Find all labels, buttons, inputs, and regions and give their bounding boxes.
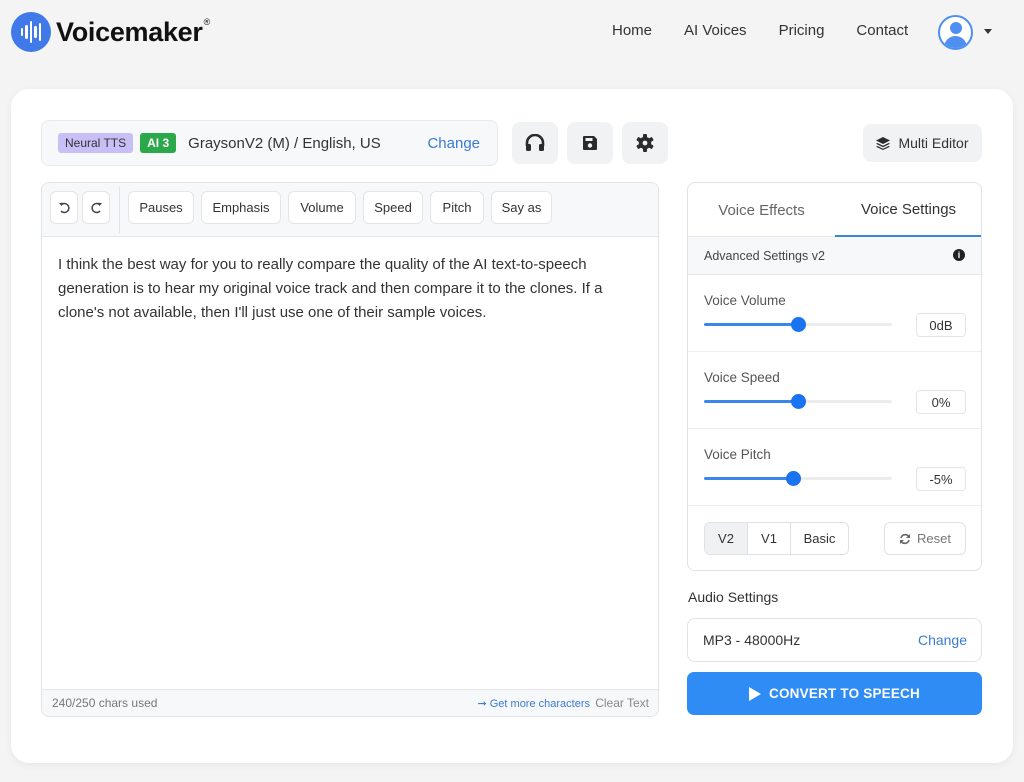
nav-ai-voices[interactable]: AI Voices <box>684 22 747 39</box>
change-audio-link[interactable]: Change <box>918 632 967 648</box>
save-icon <box>583 136 597 150</box>
voice-volume-slider[interactable] <box>704 317 892 332</box>
gear-icon <box>636 134 654 152</box>
voice-speed-label: Voice Speed <box>704 370 780 385</box>
settings-button[interactable] <box>622 122 668 164</box>
editor-card: Neural TTS AI 3 GraysonV2 (M) / English,… <box>11 89 1013 763</box>
refresh-icon <box>900 533 911 544</box>
nav-home[interactable]: Home <box>612 22 652 39</box>
tab-voice-effects[interactable]: Voice Effects <box>688 183 835 237</box>
chars-used: 240/250 chars used <box>52 696 158 710</box>
advanced-settings-header: Advanced Settings v2 i <box>688 237 981 275</box>
slider-fill <box>704 323 798 326</box>
tab-voice-settings[interactable]: Voice Settings <box>835 183 981 237</box>
layers-icon <box>876 136 891 150</box>
audio-settings-label: Audio Settings <box>688 589 779 605</box>
change-voice-link[interactable]: Change <box>427 135 480 152</box>
audio-format: MP3 - 48000Hz <box>703 632 801 648</box>
voice-settings-panel: Voice Effects Voice Settings Advanced Se… <box>687 182 982 571</box>
voice-speed-value[interactable]: 0% <box>916 390 966 414</box>
toolbar-divider <box>119 187 120 233</box>
say-as-button[interactable]: Say as <box>491 191 552 224</box>
nav-contact[interactable]: Contact <box>856 22 908 39</box>
multi-editor-button[interactable]: Multi Editor <box>863 124 982 162</box>
audio-settings-box: MP3 - 48000Hz Change <box>687 618 982 662</box>
reset-button[interactable]: Reset <box>884 522 966 555</box>
main-nav: Home AI Voices Pricing Contact <box>612 22 940 39</box>
caret-down-icon[interactable] <box>984 29 992 34</box>
get-more-characters-link[interactable]: ➞ Get more characters <box>477 697 590 710</box>
text-input-area[interactable]: I think the best way for you to really c… <box>42 237 658 341</box>
headphones-icon <box>525 134 545 151</box>
nav-pricing[interactable]: Pricing <box>779 22 825 39</box>
advanced-settings-label: Advanced Settings v2 <box>704 249 825 263</box>
voice-speed-slider[interactable] <box>704 394 892 409</box>
text-editor: Pauses Emphasis Volume Speed Pitch Say a… <box>41 182 659 717</box>
undo-icon <box>58 202 70 214</box>
editor-toolbar: Pauses Emphasis Volume Speed Pitch Say a… <box>42 183 658 237</box>
redo-icon <box>90 202 102 214</box>
voice-pitch-label: Voice Pitch <box>704 447 771 462</box>
clear-text-button[interactable]: Clear Text <box>595 696 649 710</box>
convert-label: CONVERT TO SPEECH <box>769 686 920 701</box>
brand-name: Voicemaker <box>56 16 203 47</box>
top-navbar: Voicemaker ® Home AI Voices Pricing Cont… <box>0 0 1024 66</box>
version-basic-button[interactable]: Basic <box>791 523 848 554</box>
version-toggle-group: V2 V1 Basic <box>704 522 849 555</box>
convert-to-speech-button[interactable]: CONVERT TO SPEECH <box>687 672 982 715</box>
save-button[interactable] <box>567 122 613 164</box>
undo-button[interactable] <box>50 191 78 224</box>
voice-pitch-value[interactable]: -5% <box>916 467 966 491</box>
engine-badge: Neural TTS <box>58 133 134 153</box>
preview-button[interactable] <box>512 122 558 164</box>
editor-footer: 240/250 chars used ➞ Get more characters… <box>42 689 658 716</box>
settings-tabs: Voice Effects Voice Settings <box>688 183 981 237</box>
info-icon[interactable]: i <box>953 249 965 261</box>
sound-wave-icon <box>11 12 51 52</box>
voice-name: GraysonV2 (M) / English, US <box>188 134 381 152</box>
reset-label: Reset <box>917 531 951 546</box>
voice-volume-label: Voice Volume <box>704 293 786 308</box>
voice-selector: Neural TTS AI 3 GraysonV2 (M) / English,… <box>41 120 498 166</box>
play-icon <box>749 686 762 701</box>
version-v1-button[interactable]: V1 <box>748 523 791 554</box>
pitch-button[interactable]: Pitch <box>430 191 484 224</box>
volume-button[interactable]: Volume <box>288 191 356 224</box>
brand-logo[interactable]: Voicemaker ® <box>11 12 210 52</box>
redo-button[interactable] <box>82 191 110 224</box>
version-v2-button[interactable]: V2 <box>705 523 748 554</box>
voice-pitch-row: Voice Pitch -5% <box>688 429 981 506</box>
user-avatar-icon[interactable] <box>938 15 973 50</box>
voice-volume-value[interactable]: 0dB <box>916 313 966 337</box>
voice-pitch-slider[interactable] <box>704 471 892 486</box>
slider-thumb[interactable] <box>786 471 802 486</box>
slider-fill <box>704 477 794 480</box>
speed-button[interactable]: Speed <box>363 191 423 224</box>
slider-thumb[interactable] <box>791 394 806 409</box>
pauses-button[interactable]: Pauses <box>128 191 194 224</box>
slider-thumb[interactable] <box>791 317 806 332</box>
multi-editor-label: Multi Editor <box>898 135 969 151</box>
voice-speed-row: Voice Speed 0% <box>688 352 981 429</box>
registered-mark: ® <box>203 17 211 27</box>
voice-volume-row: Voice Volume 0dB <box>688 275 981 352</box>
tier-badge: AI 3 <box>140 133 177 153</box>
emphasis-button[interactable]: Emphasis <box>201 191 281 224</box>
slider-fill <box>704 400 798 403</box>
